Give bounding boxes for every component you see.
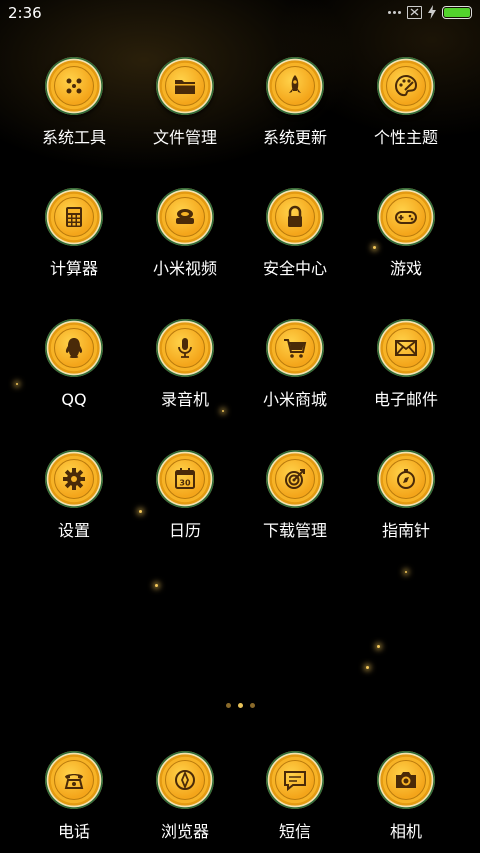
app-system-update[interactable]: 系统更新 [240,53,350,147]
qq-penguin-icon [41,315,107,381]
phone-icon [41,747,107,813]
calendar-icon: 30 [152,446,218,512]
app-label: 小米商城 [262,390,327,409]
rocket-icon [262,53,328,119]
app-label: 相机 [389,822,422,841]
app-label: 系统工具 [41,128,106,147]
app-email[interactable]: 电子邮件 [351,315,461,409]
page-dot-active[interactable] [237,703,243,708]
app-label: 设置 [57,521,90,540]
tools-icon [41,53,107,119]
app-recorder[interactable]: 录音机 [130,315,240,409]
page-indicator[interactable] [0,703,480,708]
home-screen: 2:36 系统工具 文件管理 系统更新 个性主题 计算器 小米视频 安全中心 游… [0,0,480,853]
palette-icon [373,53,439,119]
app-mi-video[interactable]: 小米视频 [130,184,240,278]
app-file-manager[interactable]: 文件管理 [130,53,240,147]
app-label: 安全中心 [262,259,327,278]
browser-icon [152,747,218,813]
app-label: 浏览器 [160,822,209,841]
sparkle [377,645,380,648]
app-label: QQ [61,390,87,409]
app-label: 日历 [168,521,201,540]
sparkle [366,666,369,669]
app-label: 个性主题 [373,128,438,147]
app-themes[interactable]: 个性主题 [351,53,461,147]
app-mi-store[interactable]: 小米商城 [240,315,350,409]
app-label: 游戏 [389,259,422,278]
target-icon [262,446,328,512]
gear-icon [41,446,107,512]
app-qq[interactable]: QQ [19,315,129,409]
page-dot[interactable] [225,703,231,708]
no-sim-icon [407,5,422,19]
app-label: 短信 [278,822,311,841]
sparkle [405,571,407,573]
app-label: 录音机 [160,390,209,409]
sparkle [155,584,158,587]
dock-app-messages[interactable]: 短信 [240,747,350,841]
app-label: 文件管理 [152,128,217,147]
app-label: 计算器 [49,259,98,278]
page-dot[interactable] [249,703,255,708]
message-icon [262,747,328,813]
charging-icon [428,5,436,19]
sparkle [16,383,18,385]
app-calendar[interactable]: 30 日历 [130,446,240,540]
app-label: 系统更新 [262,128,327,147]
app-settings[interactable]: 设置 [19,446,129,540]
dock-app-browser[interactable]: 浏览器 [130,747,240,841]
battery-icon [442,5,472,19]
app-label: 电子邮件 [373,390,438,409]
dock-app-camera[interactable]: 相机 [351,747,461,841]
app-label: 小米视频 [152,259,217,278]
mail-icon [373,315,439,381]
app-system-tools[interactable]: 系统工具 [19,53,129,147]
dock-app-phone[interactable]: 电话 [19,747,129,841]
sparkle [222,410,224,412]
cart-icon [262,315,328,381]
calculator-icon [41,184,107,250]
app-label: 电话 [57,822,90,841]
video-icon [152,184,218,250]
app-compass[interactable]: 指南针 [351,446,461,540]
app-download-manager[interactable]: 下载管理 [240,446,350,540]
status-icons [388,5,472,19]
compass-icon [373,446,439,512]
app-label: 指南针 [381,521,430,540]
status-time: 2:36 [8,4,42,22]
app-label: 下载管理 [262,521,327,540]
app-games[interactable]: 游戏 [351,184,461,278]
gamepad-icon [373,184,439,250]
app-calculator[interactable]: 计算器 [19,184,129,278]
microphone-icon [152,315,218,381]
calendar-day: 30 [179,479,191,488]
app-security-center[interactable]: 安全中心 [240,184,350,278]
camera-icon [373,747,439,813]
lock-icon [262,184,328,250]
status-bar: 2:36 [0,0,480,28]
folder-icon [152,53,218,119]
signal-icon [388,10,401,14]
